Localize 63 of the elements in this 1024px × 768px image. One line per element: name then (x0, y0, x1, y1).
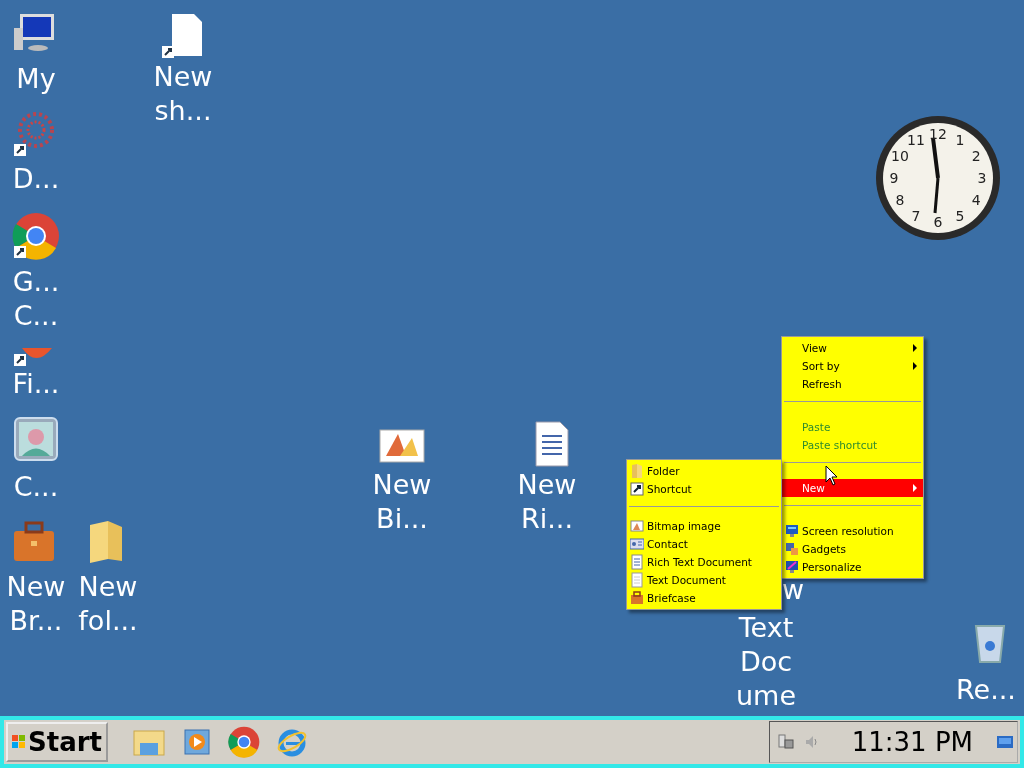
menu-item[interactable]: Text Document (627, 571, 781, 589)
clock-numeral: 9 (889, 170, 899, 186)
clock-face[interactable] (876, 116, 1000, 240)
icon-label[interactable]: Text Doc ume (730, 611, 802, 713)
clock-numeral: 3 (977, 170, 987, 186)
clock-numeral: 7 (911, 208, 921, 225)
mouse-pointer-icon (825, 465, 839, 487)
menu-item[interactable]: Screen resolution (782, 522, 923, 540)
icon-label[interactable]: C... (0, 470, 72, 504)
menu-item[interactable]: Gadgets (782, 540, 923, 558)
clock-numeral: 4 (971, 192, 981, 208)
show-desktop-icon[interactable] (997, 736, 1013, 748)
file-explorer-icon[interactable] (131, 727, 166, 757)
network-icon[interactable] (777, 734, 794, 750)
menu-item[interactable]: Briefcase (627, 589, 781, 607)
richtext-icon (630, 554, 644, 570)
clock-numeral: 8 (895, 192, 905, 208)
textdoc-icon (630, 572, 644, 588)
contact-icon[interactable] (12, 415, 60, 463)
bitmap-icon (630, 518, 644, 534)
clock-numeral: 11 (907, 131, 925, 148)
clock-time[interactable]: 11:31 PM (851, 727, 973, 757)
menu-item[interactable]: Refresh (782, 375, 923, 393)
windows-logo-icon (12, 735, 26, 749)
icon-label[interactable]: New Ri... (511, 468, 583, 536)
menu-item[interactable]: Contact (627, 535, 781, 553)
clock-numeral: 2 (971, 148, 981, 164)
menu-item[interactable]: Shortcut (627, 480, 781, 498)
shortcut-icon (630, 481, 644, 497)
briefcase-icon (630, 590, 644, 606)
paint-monitor-icon (785, 560, 799, 574)
submenu-arrow-icon (913, 362, 917, 370)
menu-item[interactable]: Bitmap image (627, 517, 781, 535)
menu-item[interactable]: New (782, 479, 923, 497)
folder-icon (630, 463, 644, 479)
menu-item[interactable]: Folder (627, 462, 781, 480)
icon-label[interactable]: Re... (950, 673, 1022, 707)
clock-numeral: 1 (955, 131, 965, 148)
icon-label[interactable]: Fi... (0, 367, 72, 401)
icon-label[interactable]: New fol... (72, 570, 144, 638)
menu-item[interactable]: Personalize (782, 558, 923, 576)
menu-item[interactable]: Sort by (782, 357, 923, 375)
clock-numeral: 6 (933, 214, 943, 230)
submenu-arrow-icon (913, 484, 917, 492)
chrome-icon[interactable] (12, 212, 60, 260)
contact-icon (630, 536, 644, 552)
icon-label[interactable]: New Bi... (366, 468, 438, 536)
icon-label[interactable]: New sh... (147, 60, 219, 128)
chrome-icon[interactable] (227, 726, 260, 758)
submenu-arrow-icon (913, 344, 917, 352)
monitor-icon (785, 524, 799, 538)
clock-numeral: 5 (955, 208, 965, 225)
icon-label[interactable]: G... C... (0, 265, 72, 333)
gadgets-icon (785, 542, 799, 556)
icon-label[interactable]: New Br... (0, 570, 72, 638)
icon-label[interactable]: D... (0, 162, 72, 196)
clock-numeral: 10 (891, 148, 909, 164)
icon-label[interactable]: My (0, 62, 72, 96)
menu-item[interactable]: Rich Text Document (627, 553, 781, 571)
start-button[interactable]: Start (6, 722, 108, 762)
clock-numeral: 12 (929, 126, 947, 142)
media-player-icon[interactable] (181, 727, 212, 757)
menu-item[interactable]: View (782, 339, 923, 357)
